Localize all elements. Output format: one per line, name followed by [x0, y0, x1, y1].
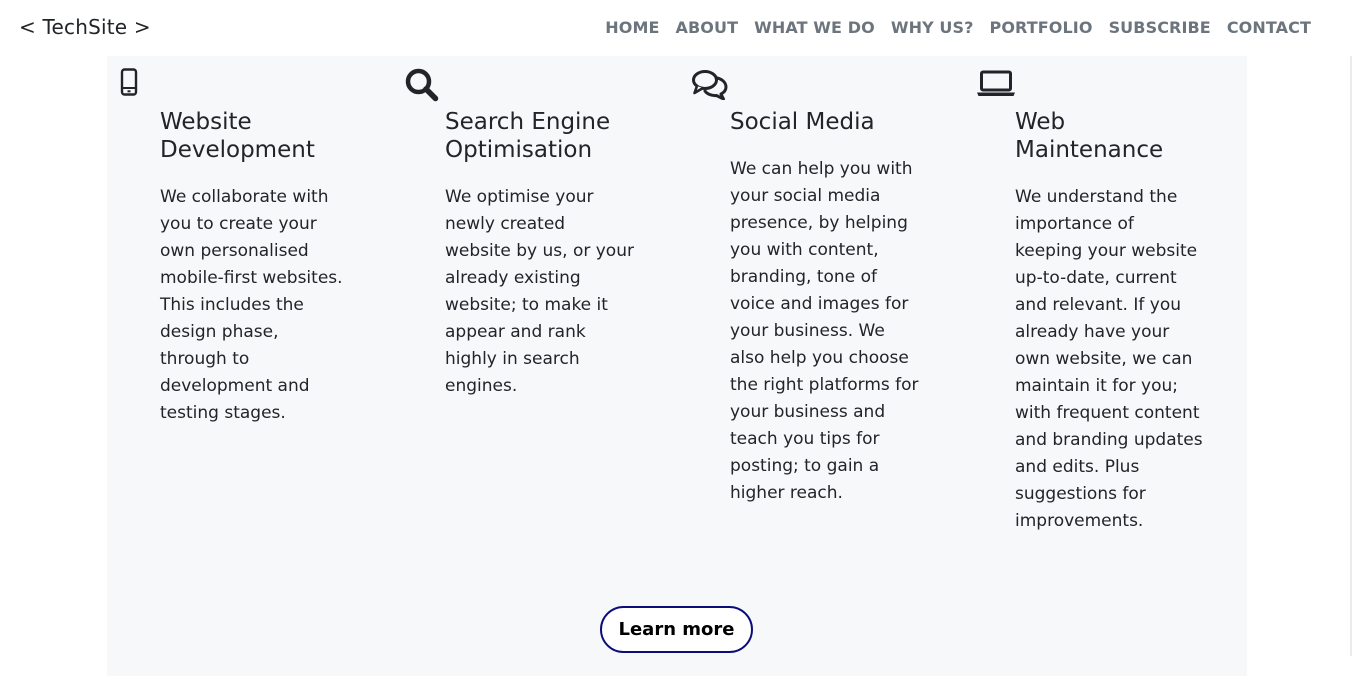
nav-item-home: HOME — [605, 18, 659, 37]
nav-menu: HOME ABOUT WHAT WE DO WHY US? PORTFOLIO … — [605, 18, 1311, 37]
nav-link-what-we-do[interactable]: WHAT WE DO — [754, 18, 875, 37]
service-description: We collaborate with you to create your o… — [160, 187, 343, 423]
search-icon — [405, 68, 439, 102]
service-description: We can help you with your social media p… — [730, 159, 919, 503]
mobile-phone-icon — [120, 68, 138, 100]
service-title: Social Media — [730, 109, 875, 135]
nav-item-portfolio: PORTFOLIO — [990, 18, 1093, 37]
laptop-icon — [976, 68, 1016, 100]
nav-item-contact: CONTACT — [1227, 18, 1311, 37]
nav-item-about: ABOUT — [676, 18, 739, 37]
nav-link-subscribe[interactable]: SUBSCRIBE — [1109, 18, 1211, 37]
nav-link-home[interactable]: HOME — [605, 18, 659, 37]
nav-link-portfolio[interactable]: PORTFOLIO — [990, 18, 1093, 37]
service-title: Website Development — [160, 109, 315, 163]
top-navbar: < TechSite > HOME ABOUT WHAT WE DO WHY U… — [0, 0, 1352, 56]
learn-more-button[interactable]: Learn more — [600, 606, 753, 653]
nav-item-what-we-do: WHAT WE DO — [754, 18, 875, 37]
nav-link-contact[interactable]: CONTACT — [1227, 18, 1311, 37]
nav-item-why-us: WHY US? — [891, 18, 974, 37]
service-description: We optimise your newly created website b… — [445, 187, 634, 396]
nav-link-about[interactable]: ABOUT — [676, 18, 739, 37]
chat-bubbles-icon — [691, 68, 729, 101]
brand-logo-link[interactable]: < TechSite > — [19, 15, 151, 39]
nav-link-why-us[interactable]: WHY US? — [891, 18, 974, 37]
service-title: Web Maintenance — [1015, 109, 1164, 163]
nav-item-subscribe: SUBSCRIBE — [1109, 18, 1211, 37]
service-title: Search Engine Optimisation — [445, 109, 611, 163]
services-section: Website Development We collaborate with … — [107, 56, 1247, 676]
service-description: We understand the importance of keeping … — [1015, 187, 1203, 531]
